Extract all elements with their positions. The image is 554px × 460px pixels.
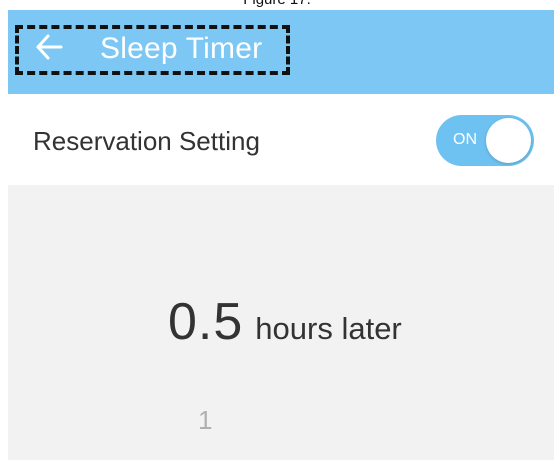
- arrow-left-icon: [33, 31, 65, 68]
- toggle-knob: [486, 118, 531, 163]
- figure-caption: Figure 17.: [0, 0, 554, 8]
- selected-timer-value[interactable]: 0.5 hours later: [168, 292, 402, 352]
- selected-hours-number: 0.5: [168, 293, 244, 351]
- reservation-toggle[interactable]: ON: [436, 115, 534, 166]
- reservation-setting-label: Reservation Setting: [33, 126, 260, 156]
- app-screen: Sleep Timer Reservation Setting ON 0.5 h…: [8, 10, 554, 460]
- page-title: Sleep Timer: [100, 32, 263, 65]
- toggle-state-label: ON: [453, 131, 477, 148]
- selected-hours-unit: hours later: [255, 311, 402, 346]
- picker-next-value[interactable]: 1: [198, 405, 212, 435]
- timer-picker[interactable]: 0.5 hours later 1: [8, 185, 554, 460]
- header-bar: Sleep Timer: [8, 10, 554, 94]
- back-button[interactable]: [32, 32, 66, 66]
- reservation-setting-row: Reservation Setting ON: [8, 94, 554, 185]
